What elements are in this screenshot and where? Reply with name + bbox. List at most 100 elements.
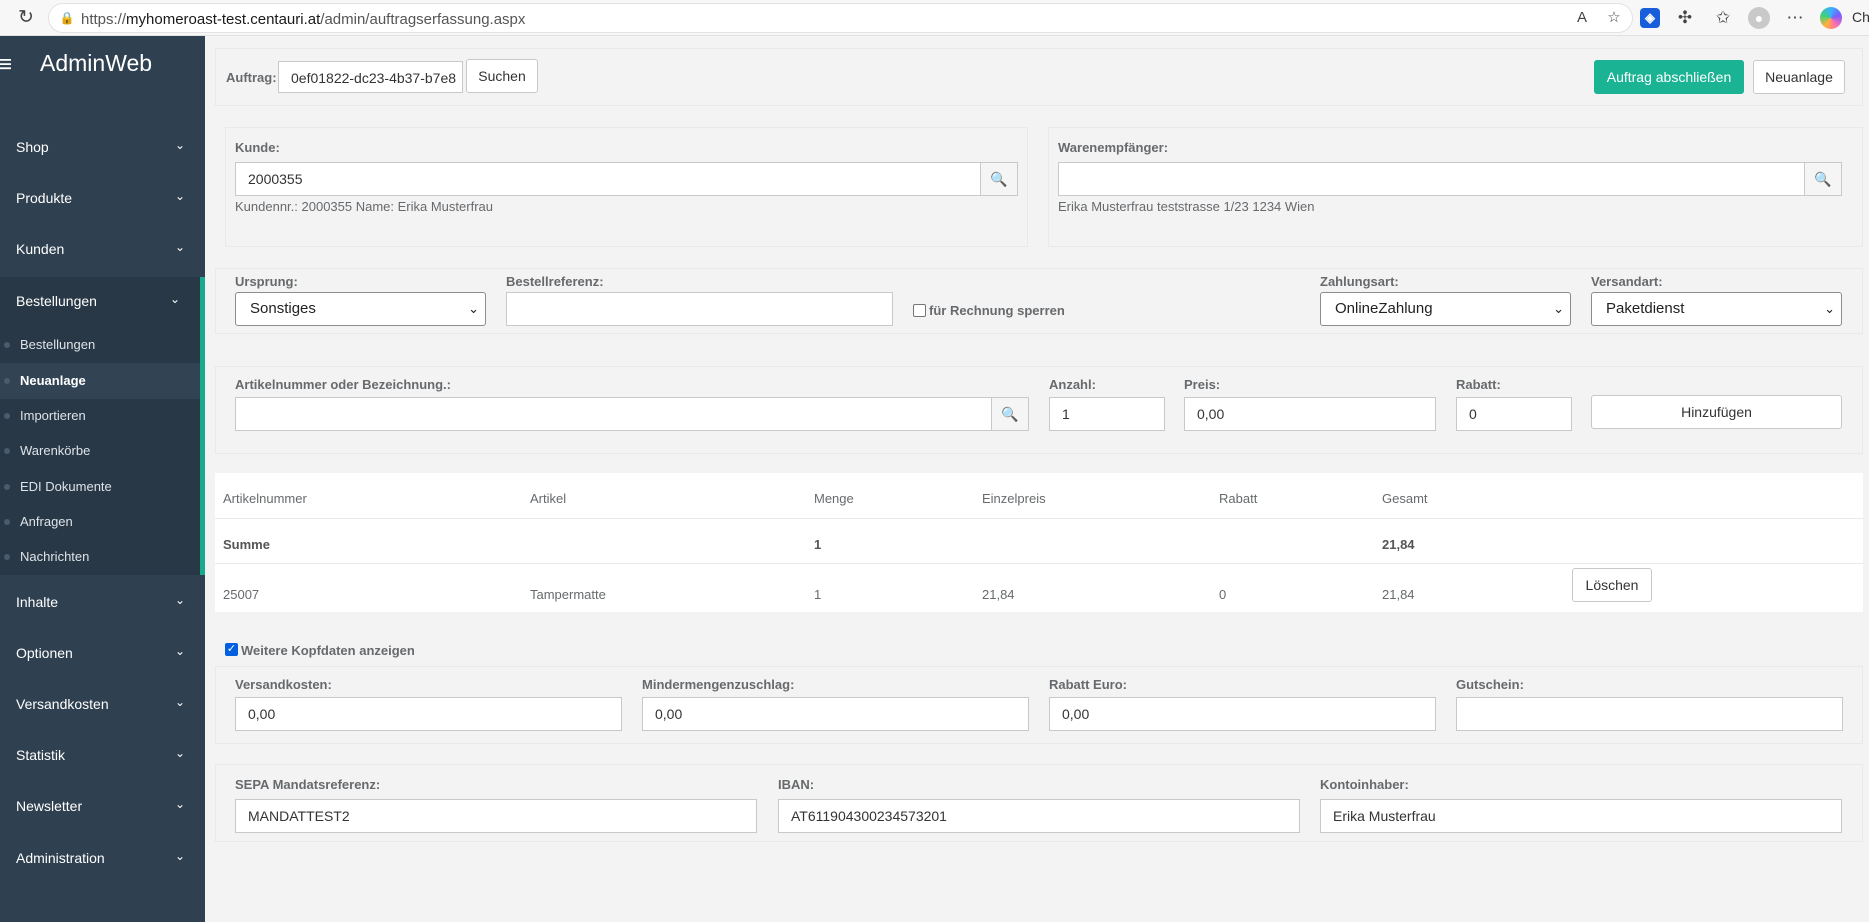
additional-header-panel: Versandkosten: 0,00 Mindermengenzuschlag… xyxy=(215,666,1863,744)
sidebar-item-inhalte[interactable]: ▪ Inhalte ⌄ xyxy=(0,578,205,628)
table-divider xyxy=(215,563,1863,564)
customer-panel: Kunde: 2000355 🔍 Kundennr.: 2000355 Name… xyxy=(225,127,1028,247)
chevron-down-icon: ⌄ xyxy=(174,189,186,203)
brand-title: AdminWeb xyxy=(40,50,153,76)
new-order-button[interactable]: Neuanlage xyxy=(1753,60,1845,94)
sepa-mandate-input[interactable]: MANDATTEST2 xyxy=(235,799,757,833)
sidebar-item-kunden[interactable]: ▪ Kunden ⌄ xyxy=(0,225,205,275)
complete-order-button[interactable]: Auftrag abschließen xyxy=(1594,60,1744,94)
sidebar-item-versandkosten[interactable]: ▪ Versandkosten ⌄ xyxy=(0,680,205,730)
shipping-select[interactable]: Paketdienst ⌄ xyxy=(1591,292,1842,326)
discount-euro-input[interactable]: 0,00 xyxy=(1049,697,1436,731)
sidebar-subitem-anfragen[interactable]: Anfragen xyxy=(0,504,200,540)
reload-icon[interactable]: ↻ xyxy=(14,6,38,30)
sidebar-item-label: Bestellungen xyxy=(16,293,97,309)
sidebar-subitem-edi-dokumente[interactable]: EDI Dokumente xyxy=(0,469,200,505)
sidebar-item-label: Newsletter xyxy=(16,798,83,814)
favorites-icon[interactable]: ✩ xyxy=(1710,5,1736,31)
read-aloud-icon[interactable]: A xyxy=(1572,8,1592,28)
sidebar-subitem-label: Warenkörbe xyxy=(20,443,91,458)
sidebar-subitem-warenkoerbe[interactable]: Warenkörbe xyxy=(0,433,200,469)
favorite-star-icon[interactable]: ☆ xyxy=(1604,8,1624,28)
sidebar-item-statistik[interactable]: ▪ Statistik ⌄ xyxy=(0,731,205,781)
payment-selected-value: OnlineZahlung xyxy=(1335,300,1433,317)
more-header-checkbox[interactable]: ✓ xyxy=(225,643,238,656)
sepa-panel: SEPA Mandatsreferenz: MANDATTEST2 IBAN: … xyxy=(215,764,1863,842)
chevron-down-icon: ⌄ xyxy=(174,240,186,254)
qty-input[interactable]: 1 xyxy=(1049,397,1165,431)
search-icon: 🔍 xyxy=(990,171,1008,187)
article-search-label: Artikelnummer oder Bezeichnung.: xyxy=(235,377,451,392)
url-text[interactable]: https://myhomeroast-test.centauri.at/adm… xyxy=(81,11,525,28)
auftrag-input[interactable]: 0ef01822-dc23-4b37-b7e8 xyxy=(278,61,463,93)
sidebar-item-shop[interactable]: ▪ Shop ⌄ xyxy=(0,123,205,173)
price-label: Preis: xyxy=(1184,377,1221,392)
shipping-cost-input[interactable]: 0,00 xyxy=(235,697,622,731)
copilot-label[interactable]: Cha xyxy=(1852,9,1869,25)
min-surcharge-input[interactable]: 0,00 xyxy=(642,697,1029,731)
recipient-info: Erika Musterfrau teststrasse 1/23 1234 W… xyxy=(1058,199,1315,214)
sidebar-item-bestellungen[interactable]: Bestellungen ⌄ xyxy=(0,277,205,327)
search-order-button[interactable]: Suchen xyxy=(466,59,538,93)
copilot-icon[interactable] xyxy=(1820,7,1842,29)
sidebar-item-optionen[interactable]: ▪ Optionen ⌄ xyxy=(0,629,205,679)
bar-chart-icon: ▪ xyxy=(0,747,8,763)
sidebar-subitem-importieren[interactable]: Importieren xyxy=(0,398,200,434)
sidebar-item-label: Optionen xyxy=(16,645,73,661)
address-bar[interactable]: 🔒 https://myhomeroast-test.centauri.at/a… xyxy=(48,3,1633,33)
order-toolbar: Auftrag: 0ef01822-dc23-4b37-b7e8 Suchen … xyxy=(215,48,1863,106)
customer-input[interactable]: 2000355 xyxy=(235,162,981,196)
account-holder-input[interactable]: Erika Musterfrau xyxy=(1320,799,1842,833)
more-header-label[interactable]: Weitere Kopfdaten anzeigen xyxy=(241,643,415,658)
article-search-input[interactable] xyxy=(235,397,992,431)
payment-select[interactable]: OnlineZahlung ⌄ xyxy=(1320,292,1571,326)
origin-select[interactable]: Sonstiges ⌄ xyxy=(235,292,486,326)
sidebar-item-label: Administration xyxy=(16,850,105,866)
article-search-button[interactable]: 🔍 xyxy=(991,397,1029,431)
recipient-search-button[interactable]: 🔍 xyxy=(1804,162,1842,196)
recipient-label: Warenempfänger: xyxy=(1058,140,1169,155)
voucher-input[interactable] xyxy=(1456,697,1843,731)
sidebar-item-newsletter[interactable]: ▪ Newsletter ⌄ xyxy=(0,782,205,832)
recipient-panel: Warenempfänger: 🔍 Erika Musterfrau tests… xyxy=(1048,127,1863,247)
delete-row-button[interactable]: Löschen xyxy=(1572,568,1652,602)
sidebar-subitem-label: Nachrichten xyxy=(20,549,90,564)
sum-total: 21,84 xyxy=(1382,537,1415,552)
sidebar-subitem-label: EDI Dokumente xyxy=(20,479,112,494)
brand: ≡ AdminWeb xyxy=(0,50,205,82)
hamburger-menu-icon[interactable]: ≡ xyxy=(0,52,14,78)
sidebar-subitem-nachrichten[interactable]: Nachrichten xyxy=(0,539,200,575)
add-article-button[interactable]: Hinzufügen xyxy=(1591,395,1842,429)
sidebar-subitem-bestellungen[interactable]: Bestellungen xyxy=(0,327,200,363)
more-menu-icon[interactable]: ⋯ xyxy=(1782,5,1808,31)
recipient-input[interactable] xyxy=(1058,162,1805,196)
column-header: Menge xyxy=(814,491,854,506)
sidebar-item-produkte[interactable]: ▪ Produkte ⌄ xyxy=(0,174,205,224)
profile-avatar-icon[interactable]: ● xyxy=(1748,7,1770,29)
reference-input[interactable] xyxy=(506,292,893,326)
cell-unit-price: 21,84 xyxy=(982,587,1015,602)
column-header: Rabatt xyxy=(1219,491,1258,506)
price-input[interactable]: 0,00 xyxy=(1184,397,1436,431)
bullet-icon xyxy=(4,378,10,384)
lock-invoice-checkbox[interactable] xyxy=(913,304,926,317)
sidebar-open-section: Bestellungen ⌄ Bestellungen Neuanlage Im… xyxy=(0,277,205,575)
customer-search-button[interactable]: 🔍 xyxy=(980,162,1018,196)
browser-toolbar: ↻ 🔒 https://myhomeroast-test.centauri.at… xyxy=(0,0,1869,36)
origin-selected-value: Sonstiges xyxy=(250,300,316,317)
sidebar-subitem-neuanlage[interactable]: Neuanlage xyxy=(0,363,200,399)
bullet-icon xyxy=(4,342,10,348)
lock-icon[interactable]: 🔒 xyxy=(59,10,75,26)
articles-table: Artikelnummer Artikel Menge Einzelpreis … xyxy=(215,473,1863,612)
cell-article: Tampermatte xyxy=(530,587,606,602)
min-surcharge-label: Mindermengenzuschlag: xyxy=(642,677,795,692)
discount-input[interactable]: 0 xyxy=(1456,397,1572,431)
chevron-down-icon: ⌄ xyxy=(468,301,479,316)
extensions-puzzle-icon[interactable]: ✣ xyxy=(1672,5,1698,31)
article-entry-panel: Artikelnummer oder Bezeichnung.: 🔍 Anzah… xyxy=(215,366,1863,454)
lock-invoice-label[interactable]: für Rechnung sperren xyxy=(929,303,1065,318)
bitwarden-extension-icon[interactable]: ◈ xyxy=(1640,8,1660,28)
iban-input[interactable]: AT611904300234573201 xyxy=(778,799,1300,833)
sidebar-item-administration[interactable]: ▪ Administration ⌄ xyxy=(0,834,205,884)
sidebar-subitem-label: Anfragen xyxy=(20,514,73,529)
